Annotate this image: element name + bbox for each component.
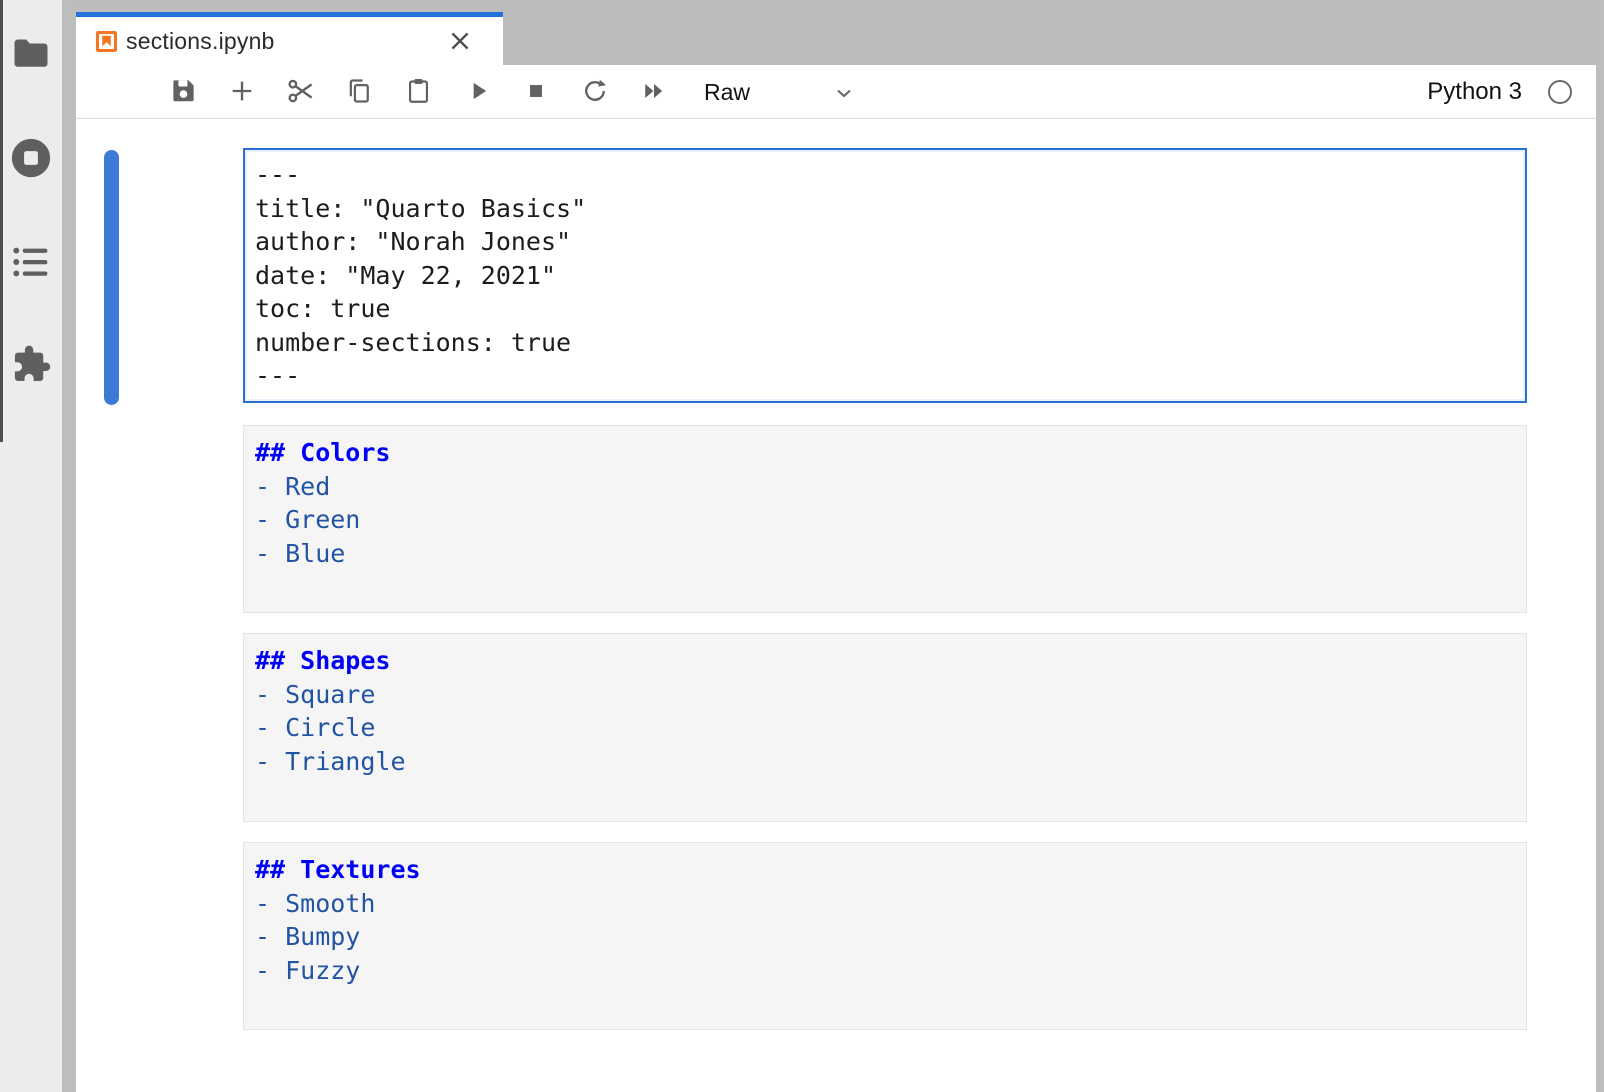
markdown-heading: ## Colors	[255, 436, 1515, 470]
cut-cells-button[interactable]	[281, 72, 321, 112]
markdown-list-item: - Smooth	[255, 887, 1515, 921]
activity-sidebar	[0, 0, 62, 1092]
editor-line: number-sections: true	[255, 326, 1515, 360]
active-cell-collapser[interactable]	[104, 150, 119, 405]
markdown-heading: ## Textures	[255, 853, 1515, 887]
notebook-panel: --- title: "Quarto Basics" author: "Nora…	[76, 119, 1596, 1092]
sidebar-item-running-sessions[interactable]	[0, 128, 62, 188]
notebook-toolbar: Raw Python 3	[76, 65, 1596, 119]
markdown-cell-shapes[interactable]: ## Shapes - Square - Circle - Triangle	[243, 633, 1527, 822]
kernel-name: Python 3	[1427, 78, 1522, 106]
chevron-down-icon	[832, 81, 856, 110]
tab-title: sections.ipynb	[126, 28, 275, 55]
copy-cells-button[interactable]	[339, 72, 379, 112]
copy-icon	[345, 77, 373, 108]
stop-circle-icon	[8, 135, 54, 181]
markdown-list-item: - Red	[255, 470, 1515, 504]
markdown-list-item: - Triangle	[255, 745, 1515, 779]
markdown-list-item: - Fuzzy	[255, 954, 1515, 988]
markdown-list-item: - Square	[255, 678, 1515, 712]
insert-cell-button[interactable]	[222, 72, 262, 112]
editor-line: toc: true	[255, 292, 1515, 326]
editor-line: date: "May 22, 2021"	[255, 259, 1515, 293]
list-icon	[11, 244, 51, 280]
stop-icon	[523, 78, 549, 107]
window-right-edge	[1596, 0, 1604, 1092]
restart-run-all-button[interactable]	[634, 72, 674, 112]
sidebar-divider	[62, 0, 76, 1092]
kernel-status-icon	[1548, 80, 1572, 104]
interrupt-kernel-button[interactable]	[516, 72, 556, 112]
plus-icon	[228, 77, 256, 108]
sidebar-item-table-of-contents[interactable]	[0, 232, 62, 292]
save-button[interactable]	[163, 72, 203, 112]
paste-cells-button[interactable]	[398, 72, 438, 112]
raw-cell-frontmatter[interactable]: --- title: "Quarto Basics" author: "Nora…	[243, 148, 1527, 403]
kernel-indicator[interactable]: Python 3	[1427, 72, 1572, 112]
markdown-cell-textures[interactable]: ## Textures - Smooth - Bumpy - Fuzzy	[243, 842, 1527, 1030]
scissors-icon	[286, 76, 316, 109]
editor-line: ---	[255, 158, 1515, 192]
sidebar-item-file-browser[interactable]	[0, 23, 62, 83]
fast-forward-icon	[640, 77, 668, 108]
puzzle-icon	[10, 343, 52, 385]
editor-line: author: "Norah Jones"	[255, 225, 1515, 259]
run-cell-button[interactable]	[458, 72, 498, 112]
folder-icon	[13, 38, 49, 68]
markdown-list-item: - Circle	[255, 711, 1515, 745]
markdown-list-item: - Bumpy	[255, 920, 1515, 954]
restart-icon	[581, 77, 609, 108]
markdown-list-item: - Green	[255, 503, 1515, 537]
notebook-icon	[95, 30, 118, 53]
markdown-heading: ## Shapes	[255, 644, 1515, 678]
restart-kernel-button[interactable]	[575, 72, 615, 112]
save-icon	[170, 77, 197, 107]
close-icon[interactable]	[447, 28, 473, 54]
editor-line: title: "Quarto Basics"	[255, 192, 1515, 226]
cell-type-dropdown[interactable]: Raw	[704, 72, 864, 112]
editor-line: ---	[255, 359, 1515, 393]
run-icon	[465, 78, 491, 107]
markdown-list-item: - Blue	[255, 537, 1515, 571]
tab-sections-ipynb[interactable]: sections.ipynb	[76, 12, 503, 65]
sidebar-item-extensions[interactable]	[0, 334, 62, 394]
cell-type-selected: Raw	[704, 79, 750, 106]
dock-tab-bar: sections.ipynb	[76, 0, 1604, 65]
markdown-cell-colors[interactable]: ## Colors - Red - Green - Blue	[243, 425, 1527, 613]
paste-icon	[405, 77, 432, 107]
